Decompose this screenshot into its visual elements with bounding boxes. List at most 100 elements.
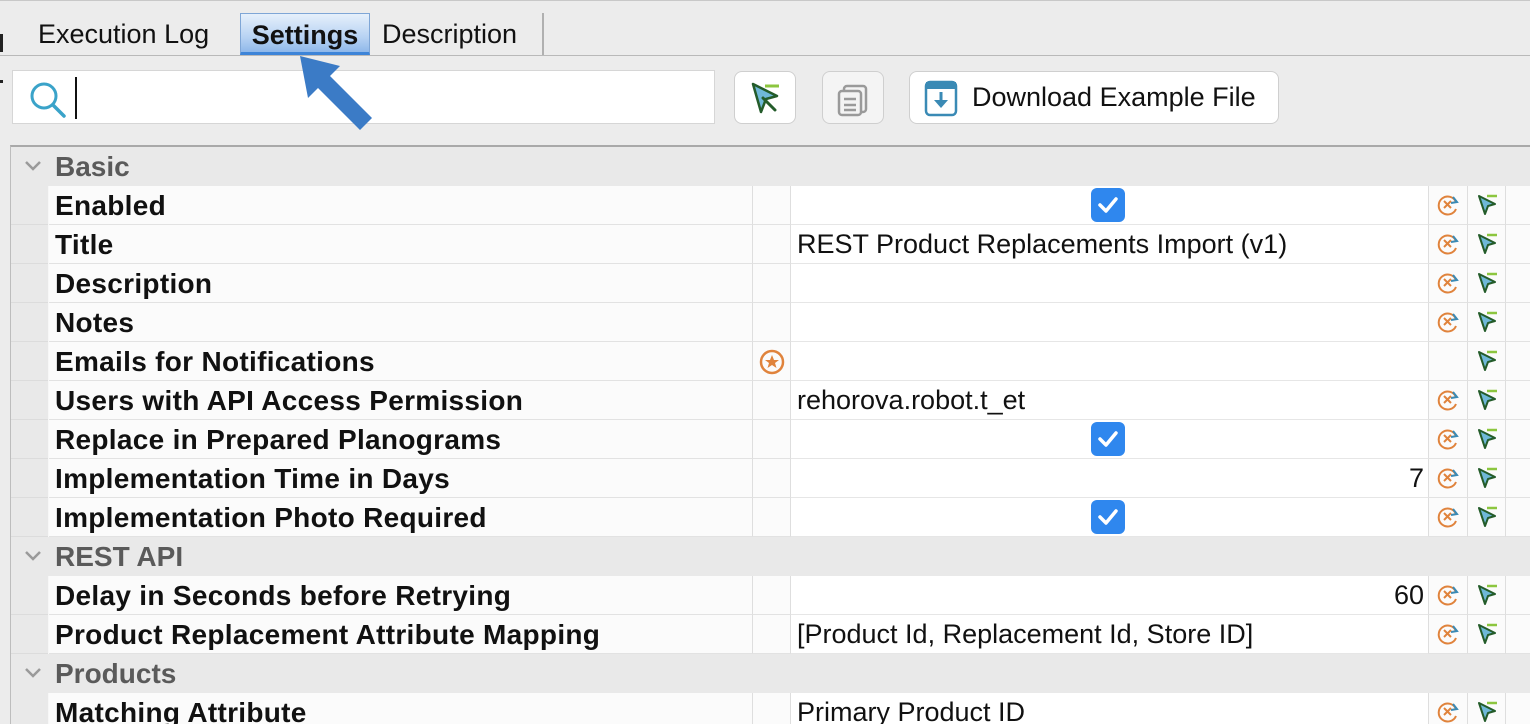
- property-extra-cell: [753, 420, 791, 459]
- mapping-field[interactable]: [Product Id, Replacement Id, Store ID]: [791, 615, 1429, 654]
- enabled-checkbox[interactable]: [1091, 188, 1125, 222]
- reset-icon: [1437, 624, 1459, 645]
- property-extra-cell: [753, 225, 791, 264]
- row-end-cell: [1505, 459, 1530, 498]
- pick-value-button[interactable]: [1467, 264, 1505, 303]
- reset-button[interactable]: [1429, 264, 1467, 303]
- reset-button[interactable]: [1429, 303, 1467, 342]
- property-row-replace: Replace in Prepared Planograms: [11, 420, 1530, 459]
- property-value[interactable]: [791, 186, 1429, 225]
- chevron-down-icon[interactable]: [23, 155, 43, 175]
- row-gutter: [11, 186, 48, 225]
- reset-icon: [1437, 507, 1459, 528]
- tab-settings[interactable]: Settings: [240, 13, 370, 55]
- reset-button[interactable]: [1429, 381, 1467, 420]
- delay-field[interactable]: 60: [791, 576, 1429, 615]
- matching-field[interactable]: Primary Product ID: [791, 693, 1429, 724]
- default-value-icon[interactable]: [757, 347, 787, 377]
- pick-value-button[interactable]: [1467, 381, 1505, 420]
- reset-button[interactable]: [1429, 498, 1467, 537]
- reset-button[interactable]: [1429, 225, 1467, 264]
- property-name: Implementation Time in Days: [49, 459, 753, 498]
- pick-button[interactable]: [734, 71, 796, 124]
- row-end-cell: [1505, 498, 1530, 537]
- group-basic[interactable]: Basic: [11, 147, 1530, 186]
- property-extra-cell: [753, 615, 791, 654]
- property-name: Replace in Prepared Planograms: [49, 420, 753, 459]
- pick-value-button[interactable]: [1467, 615, 1505, 654]
- pick-value-button[interactable]: [1467, 498, 1505, 537]
- window-edge-mark: [0, 80, 3, 83]
- property-name: Matching Attribute: [49, 693, 753, 724]
- tab-execution-log[interactable]: Execution Log: [34, 13, 236, 55]
- reset-icon: [1437, 390, 1459, 411]
- pick-value-button[interactable]: [1467, 459, 1505, 498]
- pick-arrow-icon: [1477, 467, 1497, 488]
- group-label: REST API: [55, 541, 184, 572]
- chevron-down-icon[interactable]: [23, 662, 43, 682]
- row-end-cell: [1505, 381, 1530, 420]
- pick-arrow-icon: [751, 82, 779, 113]
- property-row-users: Users with API Access Permission rehorov…: [11, 381, 1530, 420]
- reset-button[interactable]: [1429, 186, 1467, 225]
- pick-value-button[interactable]: [1467, 576, 1505, 615]
- paste-button[interactable]: [822, 71, 884, 124]
- group-products[interactable]: Products: [11, 654, 1530, 693]
- pick-value-button[interactable]: [1467, 225, 1505, 264]
- impl-photo-checkbox[interactable]: [1091, 500, 1125, 534]
- download-example-file-button[interactable]: Download Example File: [909, 71, 1279, 124]
- property-value[interactable]: [791, 498, 1429, 537]
- property-row-mapping: Product Replacement Attribute Mapping [P…: [11, 615, 1530, 654]
- property-name: Description: [49, 264, 753, 303]
- property-name: Emails for Notifications: [49, 342, 753, 381]
- reset-icon: [1437, 273, 1459, 294]
- reset-icon: [1437, 195, 1459, 216]
- row-gutter: [11, 264, 48, 303]
- download-example-file-label: Download Example File: [972, 82, 1256, 112]
- property-extra-cell[interactable]: [753, 342, 791, 381]
- reset-button[interactable]: [1429, 615, 1467, 654]
- group-rest-api[interactable]: REST API: [11, 537, 1530, 576]
- reset-button[interactable]: [1429, 576, 1467, 615]
- tab-description[interactable]: Description: [378, 13, 544, 55]
- pick-arrow-icon: [1477, 389, 1497, 410]
- property-extra-cell: [753, 264, 791, 303]
- row-end-cell: [1505, 420, 1530, 459]
- search-input[interactable]: [75, 77, 703, 119]
- pick-value-button[interactable]: [1467, 186, 1505, 225]
- pick-value-button[interactable]: [1467, 342, 1505, 381]
- property-row-impl-time: Implementation Time in Days 7: [11, 459, 1530, 498]
- property-extra-cell: [753, 303, 791, 342]
- row-end-cell: [1505, 186, 1530, 225]
- row-gutter: [11, 498, 48, 537]
- emails-field[interactable]: [791, 342, 1429, 381]
- row-end-cell: [1505, 303, 1530, 342]
- chevron-down-icon[interactable]: [23, 545, 43, 565]
- property-value[interactable]: [791, 420, 1429, 459]
- title-field[interactable]: REST Product Replacements Import (v1): [791, 225, 1429, 264]
- pick-value-button[interactable]: [1467, 303, 1505, 342]
- property-row-title: Title REST Product Replacements Import (…: [11, 225, 1530, 264]
- property-name: Implementation Photo Required: [49, 498, 753, 537]
- replace-checkbox[interactable]: [1091, 422, 1125, 456]
- download-file-icon: [924, 80, 958, 116]
- description-field[interactable]: [791, 264, 1429, 303]
- reset-button[interactable]: [1429, 459, 1467, 498]
- property-name: Notes: [49, 303, 753, 342]
- property-name: Users with API Access Permission: [49, 381, 753, 420]
- reset-button[interactable]: [1429, 420, 1467, 459]
- reset-icon: [1437, 312, 1459, 333]
- annotation-arrow-icon: [300, 56, 372, 130]
- property-row-emails: Emails for Notifications: [11, 342, 1530, 381]
- notes-field[interactable]: [791, 303, 1429, 342]
- row-gutter: [11, 303, 48, 342]
- users-field[interactable]: rehorova.robot.t_et: [791, 381, 1429, 420]
- reset-slot-empty: [1429, 342, 1467, 381]
- row-gutter: [11, 420, 48, 459]
- pick-value-button[interactable]: [1467, 693, 1505, 724]
- reset-button[interactable]: [1429, 693, 1467, 724]
- search-icon: [30, 82, 66, 118]
- impl-time-field[interactable]: 7: [791, 459, 1429, 498]
- pick-value-button[interactable]: [1467, 420, 1505, 459]
- property-row-impl-photo: Implementation Photo Required: [11, 498, 1530, 537]
